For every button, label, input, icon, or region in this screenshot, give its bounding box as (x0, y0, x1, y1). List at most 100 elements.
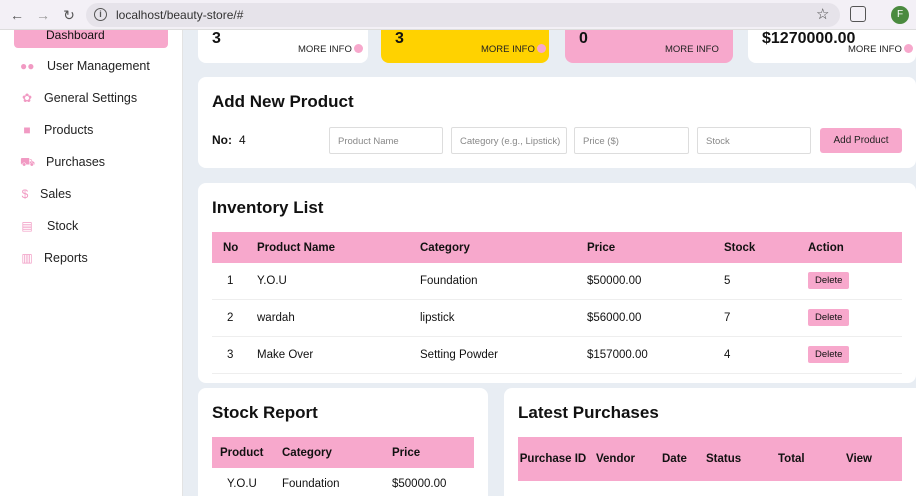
cell-product: Y.O.U (212, 468, 274, 496)
cell-price: $56000.00 (576, 299, 712, 337)
column-header: Category (274, 437, 384, 468)
column-header: Date (654, 437, 698, 481)
sidebar-item-label: Purchases (46, 155, 106, 169)
column-header: Total (768, 437, 838, 481)
reload-icon[interactable]: ↻ (60, 6, 78, 24)
stat-value: 3 (212, 30, 221, 47)
delete-button[interactable]: Delete (808, 346, 850, 363)
sidebar-item-label: Sales (40, 187, 72, 201)
more-info-link[interactable]: MORE INFO (481, 44, 546, 55)
cell-price: $157000.00 (576, 336, 712, 374)
table-row: 3 Make Over Setting Powder $157000.00 4 … (212, 336, 902, 374)
cell-name: Make Over (245, 336, 411, 374)
sidebar-item-general-settings[interactable]: ✿ General Settings (20, 89, 180, 109)
sidebar-item-purchases[interactable]: ⛟ Purchases (20, 153, 180, 173)
no-value: 4 (239, 133, 246, 147)
column-header: Product (212, 437, 274, 468)
info-circle-icon (536, 44, 546, 53)
column-header: Status (698, 437, 768, 481)
url-text: localhost/beauty-store/# (116, 8, 244, 22)
more-info-link[interactable]: MORE INFO (298, 44, 363, 55)
browser-toolbar: ← → ↻ i localhost/beauty-store/# ☆ F (0, 0, 916, 30)
stat-value: 0 (579, 30, 588, 47)
sidebar-item-label: Dashboard (46, 28, 105, 42)
sidebar-item-products[interactable]: ■ Products (20, 121, 180, 141)
latest-purchases-table: Purchase ID Vendor Date Status Total Vie… (518, 437, 902, 481)
extensions-icon[interactable] (850, 6, 866, 22)
sidebar-item-dashboard[interactable]: Dashboard (14, 28, 168, 48)
column-header: Category (411, 232, 576, 263)
sidebar-item-reports[interactable]: ▥ Reports (20, 249, 180, 269)
stat-card: 3 MORE INFO (381, 30, 549, 63)
table-row: 2 wardah lipstick $56000.00 7 Delete (212, 299, 902, 337)
site-info-icon[interactable]: i (94, 8, 107, 21)
delete-button[interactable]: Delete (808, 309, 850, 326)
add-product-card: Add New Product (198, 77, 916, 168)
cell-stock: 7 (712, 299, 796, 337)
cell-category: Setting Powder (411, 336, 576, 374)
address-bar[interactable]: i localhost/beauty-store/# (86, 3, 840, 27)
sidebar-item-user-management[interactable]: ●● User Management (20, 57, 180, 77)
section-title: Latest Purchases (518, 403, 659, 422)
sidebar: Dashboard ●● User Management ✿ General S… (0, 28, 183, 496)
stat-card: $1270000.00 MORE INFO (748, 30, 916, 63)
cell-no: 3 (212, 336, 245, 374)
cell-price: $50000.00 (384, 468, 474, 496)
stock-report-table: Product Category Price Y.O.U Foundation … (212, 437, 474, 496)
chart-icon: ▥ (21, 251, 33, 265)
stat-value: 3 (395, 30, 404, 47)
sidebar-item-stock[interactable]: ▤ Stock (20, 217, 180, 237)
cell-stock: 4 (712, 336, 796, 374)
sidebar-item-sales[interactable]: $ Sales (20, 185, 180, 205)
column-header: Purchase ID (518, 437, 588, 481)
table-row: 1 Y.O.U Foundation $50000.00 5 Delete (212, 263, 902, 300)
delete-button[interactable]: Delete (808, 272, 850, 290)
stat-value: $1270000.00 (762, 30, 856, 47)
cell-category: Foundation (411, 263, 576, 300)
sidebar-item-label: General Settings (44, 91, 138, 105)
more-info-link[interactable]: MORE INFO (665, 44, 719, 55)
bookmark-star-icon[interactable]: ☆ (816, 5, 829, 23)
column-header: Vendor (588, 437, 654, 481)
stat-card: 0 MORE INFO (565, 30, 733, 63)
column-header: Price (576, 232, 712, 263)
sidebar-item-label: Stock (47, 219, 79, 233)
stat-card: 3 MORE INFO (198, 30, 368, 63)
cell-category: Foundation (274, 468, 384, 496)
category-input[interactable]: Category (e.g., Lipstick) (451, 127, 567, 154)
info-circle-icon (903, 44, 913, 53)
column-header: Price (384, 437, 474, 468)
section-title: Stock Report (212, 403, 318, 422)
table-row: Y.O.U Foundation $50000.00 (212, 468, 474, 496)
cell-price: $50000.00 (576, 263, 712, 300)
cell-category: lipstick (411, 299, 576, 337)
column-header: Action (796, 232, 902, 263)
product-name-input[interactable]: Product Name (329, 127, 443, 154)
column-header: Stock (712, 232, 796, 263)
more-info-link[interactable]: MORE INFO (848, 44, 913, 55)
gear-icon: ✿ (21, 91, 33, 105)
section-title: Add New Product (212, 92, 354, 111)
info-circle-icon (353, 44, 363, 53)
warehouse-icon: ▤ (21, 219, 33, 233)
cart-icon: ⛟ (20, 155, 36, 169)
column-header: View (838, 437, 902, 481)
sidebar-item-label: User Management (47, 59, 150, 73)
users-icon: ●● (20, 59, 35, 73)
cell-stock: 5 (712, 263, 796, 300)
price-input[interactable]: Price ($) (574, 127, 689, 154)
no-label: No: (212, 133, 232, 147)
dollar-icon: $ (21, 187, 29, 201)
profile-avatar[interactable]: F (891, 6, 909, 24)
stock-input[interactable]: Stock (697, 127, 811, 154)
inventory-table: No Product Name Category Price Stock Act… (212, 232, 902, 374)
section-title: Inventory List (212, 198, 324, 217)
cell-no: 1 (212, 263, 245, 300)
forward-icon[interactable]: → (34, 6, 52, 24)
back-icon[interactable]: ← (8, 6, 26, 24)
add-product-button[interactable]: Add Product (820, 128, 902, 153)
box-icon: ■ (23, 123, 31, 137)
column-header: No (212, 232, 245, 263)
cell-name: wardah (245, 299, 411, 337)
sidebar-item-label: Products (44, 123, 94, 137)
